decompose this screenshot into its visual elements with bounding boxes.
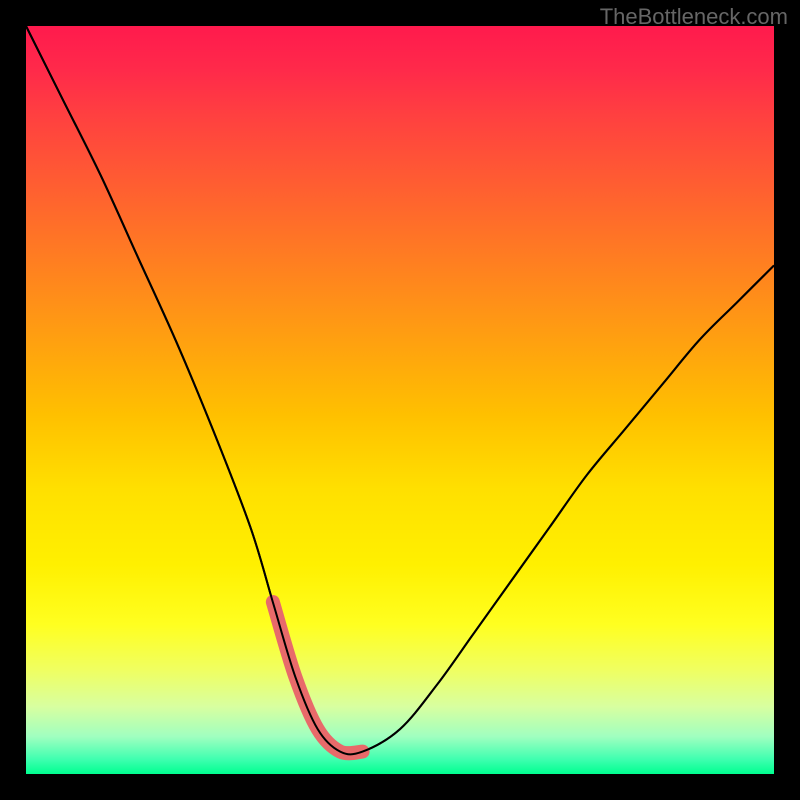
plot-area bbox=[26, 26, 774, 774]
bottleneck-curve bbox=[26, 26, 774, 754]
chart-svg bbox=[26, 26, 774, 774]
bottleneck-curve-overlay bbox=[26, 26, 774, 754]
watermark-text: TheBottleneck.com bbox=[600, 4, 788, 30]
